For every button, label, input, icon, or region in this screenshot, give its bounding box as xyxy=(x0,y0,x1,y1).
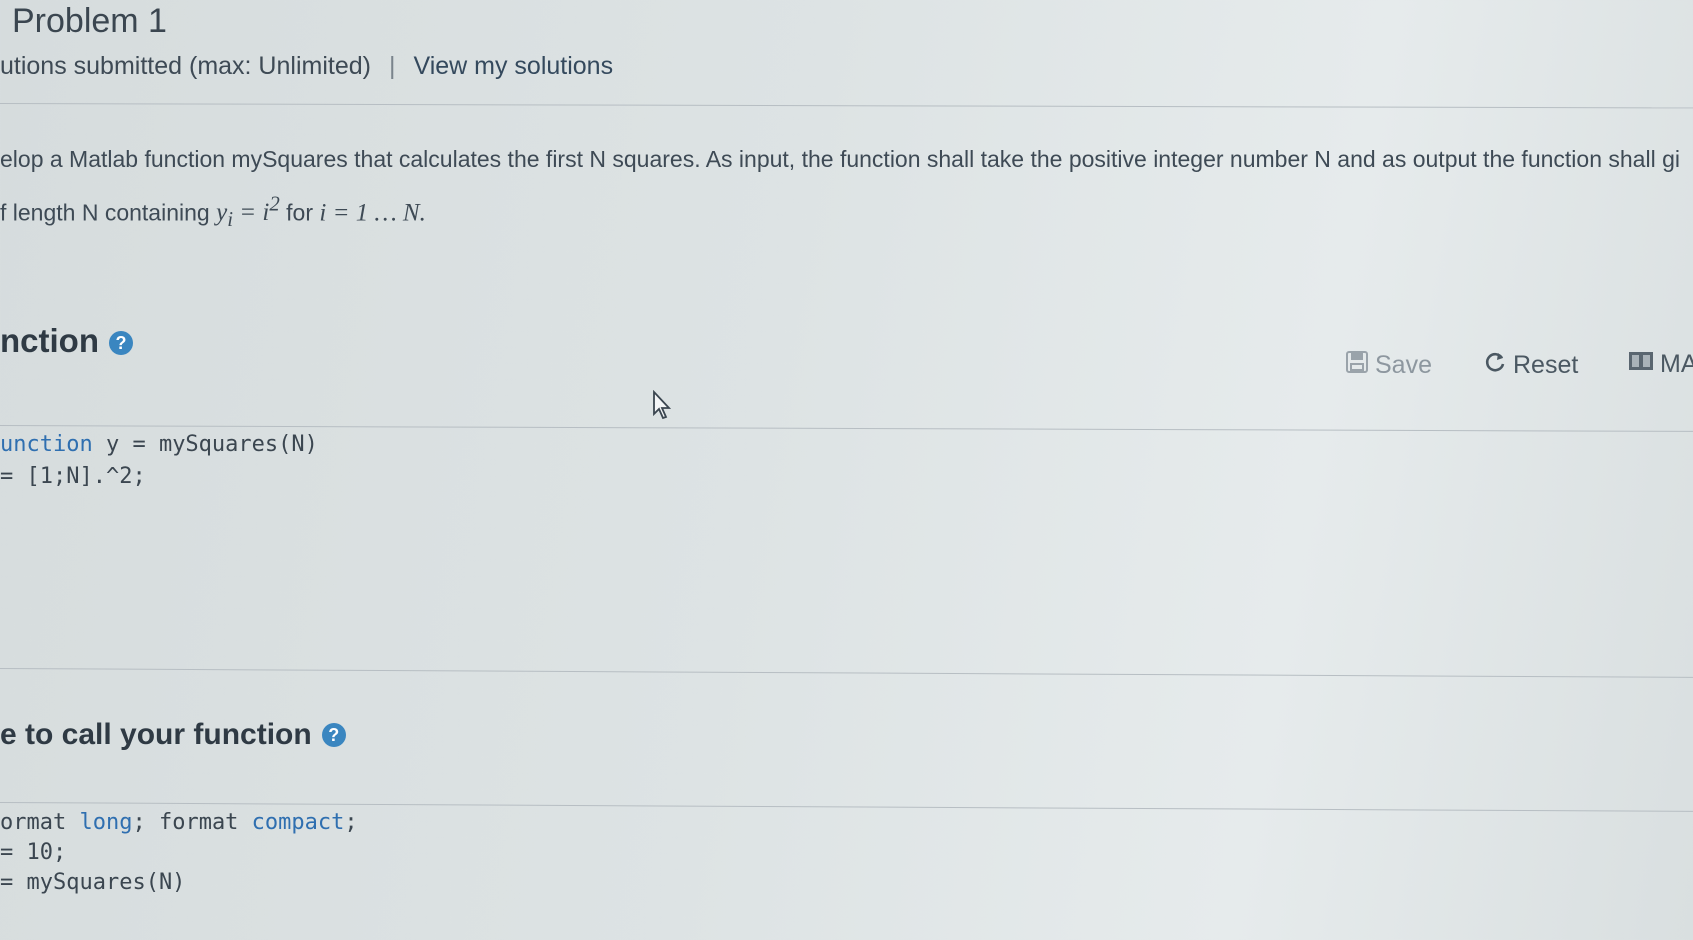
formula-range: i = 1 … N. xyxy=(319,199,426,227)
submission-info: utions submitted (max: Unlimited) | View m… xyxy=(0,52,613,81)
divider xyxy=(0,425,1693,432)
reset-icon xyxy=(1483,350,1507,381)
formula: yi = i2 xyxy=(216,192,280,232)
matlab-documentation-button[interactable]: MA xyxy=(1628,350,1693,379)
call-code-line-1[interactable]: ormat long; format compact; xyxy=(0,810,358,835)
function-code-line-2[interactable]: = [1;N].^2; xyxy=(0,464,146,489)
view-my-solutions-link[interactable]: View my solutions xyxy=(413,52,613,80)
function-section-heading: nction? xyxy=(0,322,133,360)
save-icon xyxy=(1345,350,1369,381)
call-code-line-3[interactable]: = mySquares(N) xyxy=(0,870,185,895)
call-section-heading: e to call your function? xyxy=(0,718,346,752)
reset-button[interactable]: Reset xyxy=(1483,350,1578,381)
call-code-line-2[interactable]: = 10; xyxy=(0,840,66,865)
submissions-count-text: utions submitted (max: Unlimited) xyxy=(0,52,371,80)
problem-description-line1: elop a Matlab function mySquares that ca… xyxy=(0,146,1680,172)
book-icon xyxy=(1628,350,1654,379)
divider xyxy=(0,668,1693,678)
help-icon[interactable]: ? xyxy=(321,723,346,747)
page-title: Problem 1 xyxy=(12,2,167,40)
divider xyxy=(0,103,1693,109)
function-code-line-1[interactable]: unction y = mySquares(N) xyxy=(0,432,318,457)
problem-description-line2: f length N containing yi = i2 for i = 1 … xyxy=(0,192,426,232)
mouse-cursor-icon xyxy=(652,389,674,425)
help-icon[interactable]: ? xyxy=(108,331,133,355)
save-button[interactable]: Save xyxy=(1345,350,1432,381)
separator: | xyxy=(388,52,396,80)
